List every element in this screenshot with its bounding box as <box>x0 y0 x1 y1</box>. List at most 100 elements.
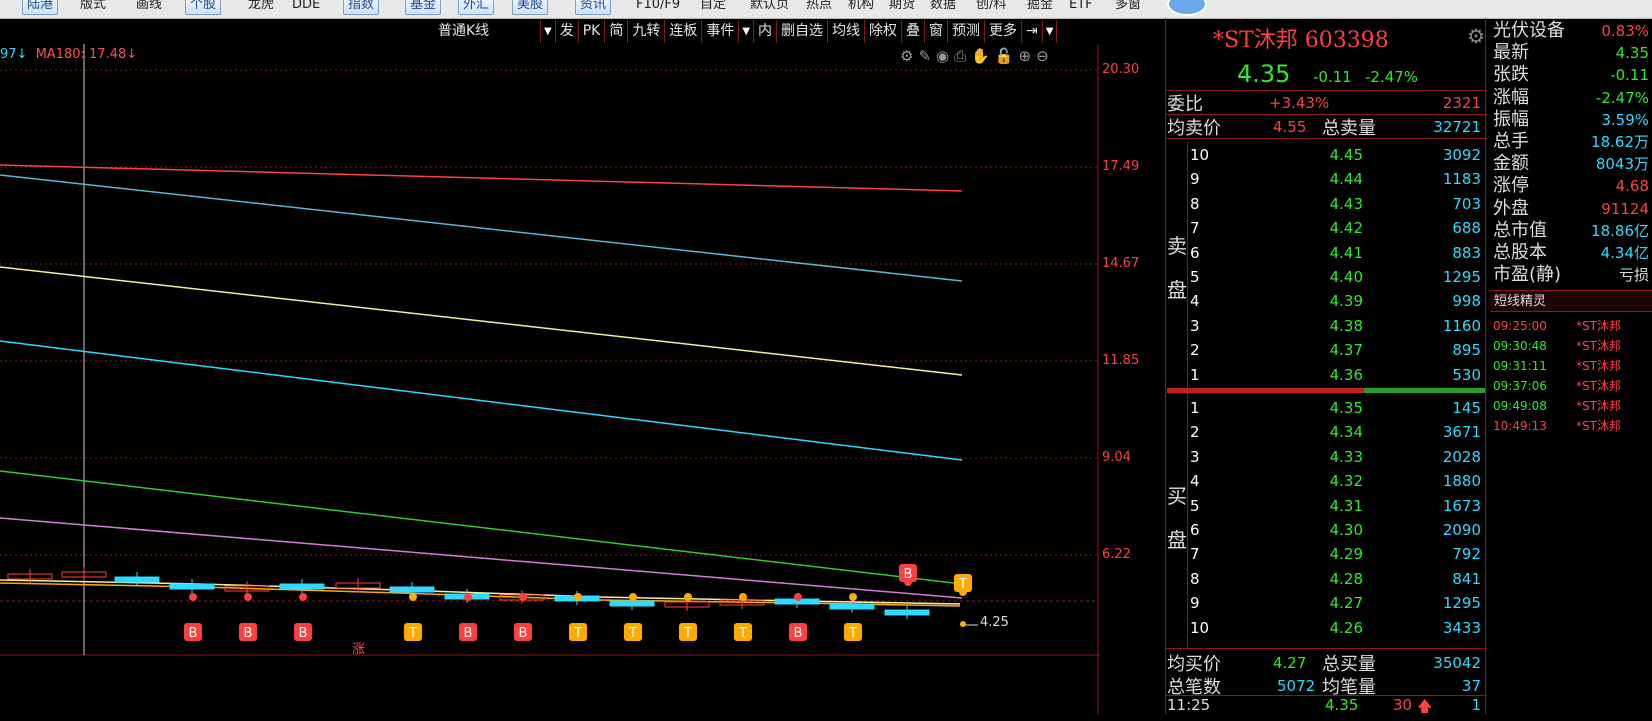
hand-icon[interactable]: ✋ <box>971 47 995 65</box>
buy-row[interactable]: 4 4.32 1880 <box>1165 469 1487 493</box>
buy-row[interactable]: 2 4.34 3671 <box>1165 420 1487 444</box>
sprite-alert-row[interactable]: 10:49:13 *ST沐邦 <box>1493 416 1649 436</box>
menu-item[interactable]: 版式 <box>80 0 106 14</box>
toolbar-item[interactable]: 事件 <box>702 20 740 43</box>
sell-row[interactable]: 10 4.45 3092 <box>1165 143 1487 167</box>
marker-dot <box>409 593 417 601</box>
toolbar-item[interactable]: 窗 <box>925 20 949 43</box>
sell-level: 5 <box>1190 268 1200 286</box>
sprite-alert-row[interactable]: 09:49:08 *ST沐邦 <box>1493 396 1649 416</box>
sell-row[interactable]: 1 4.36 530 <box>1165 363 1487 387</box>
toolbar-item[interactable]: 叠 <box>902 20 926 43</box>
candle <box>279 583 325 590</box>
menu-item[interactable]: ETF <box>1069 0 1093 14</box>
menu-item[interactable]: 默认页 <box>750 0 789 14</box>
buy-row[interactable]: 8 4.28 841 <box>1165 567 1487 591</box>
sprite-alert-row[interactable]: 09:37:06 *ST沐邦 <box>1493 376 1649 396</box>
menu-item[interactable]: 个股 <box>185 0 222 15</box>
sprite-title[interactable]: 短线精灵 <box>1490 290 1652 312</box>
gear-icon[interactable]: ⚙ <box>1467 24 1485 48</box>
buy-price: 4.35 <box>1329 399 1363 417</box>
marker-dot <box>574 593 582 601</box>
toolbar-item[interactable]: 连板 <box>665 20 703 43</box>
sell-row[interactable]: 9 4.44 1183 <box>1165 167 1487 191</box>
toolbar-item[interactable]: 发 <box>556 20 579 43</box>
buy-row[interactable]: 1 4.35 145 <box>1165 396 1487 420</box>
zoom-out-icon[interactable]: ⊖ <box>1036 47 1054 65</box>
menu-item[interactable]: 自定 <box>700 0 726 14</box>
toolbar-item[interactable]: 除权 <box>865 20 903 43</box>
toolbar-item[interactable]: 简 <box>605 20 629 43</box>
pen-icon[interactable]: ✎ <box>918 47 936 65</box>
lock-icon[interactable]: 🔓 <box>995 47 1019 65</box>
sell-row[interactable]: 6 4.41 883 <box>1165 241 1487 265</box>
alert-time: 10:49:13 <box>1493 419 1547 433</box>
toolbar-item[interactable]: 均线 <box>828 20 866 43</box>
weibi-diff: 2321 <box>1442 94 1481 112</box>
info-row: 最新 4.35 <box>1493 42 1649 64</box>
expand-icon[interactable]: ⇥ <box>1022 20 1043 43</box>
toolbar-item[interactable]: 普通K线 <box>434 20 541 43</box>
buy-volume: 3671 <box>1442 423 1481 442</box>
menu-item[interactable]: DDE <box>292 0 320 14</box>
toolbar-item[interactable]: 九转 <box>628 20 666 43</box>
kline-chart[interactable]: B B B T B B T T T T B T B T <box>0 44 1100 714</box>
info-row: 张跌 -0.11 <box>1493 64 1649 86</box>
sell-row[interactable]: 2 4.37 895 <box>1165 338 1487 362</box>
menu-item[interactable]: 资讯 <box>575 0 612 15</box>
marker-label: B <box>904 567 913 582</box>
menu-item[interactable]: 指数 <box>343 0 380 15</box>
menu-item[interactable]: 美股 <box>512 0 549 15</box>
sell-row[interactable]: 4 4.39 998 <box>1165 289 1487 313</box>
toolbar-item[interactable]: 内 <box>754 20 778 43</box>
sell-price: 4.38 <box>1329 316 1363 335</box>
print-icon[interactable]: ⎙ <box>954 47 971 65</box>
toolbar-item[interactable]: 预测 <box>948 20 986 43</box>
round-icon[interactable] <box>1167 0 1207 16</box>
settings-icon[interactable]: ⚙ <box>900 47 918 65</box>
toolbar-item[interactable]: 更多 <box>985 20 1023 43</box>
menu-item[interactable]: 陆港 <box>22 0 59 15</box>
buy-row[interactable]: 5 4.31 1673 <box>1165 494 1487 518</box>
sell-row[interactable]: 3 4.38 1160 <box>1165 314 1487 338</box>
info-label: 涨幅 <box>1493 86 1529 108</box>
sell-row[interactable]: 5 4.40 1295 <box>1165 265 1487 289</box>
buy-row[interactable]: 10 4.26 3433 <box>1165 616 1487 640</box>
buy-price: 4.34 <box>1329 423 1363 442</box>
menu-item[interactable]: 期货 <box>889 0 915 14</box>
menu-item[interactable]: 数据 <box>930 0 956 14</box>
candle <box>884 609 930 616</box>
menu-item[interactable]: 外汇 <box>458 0 495 15</box>
chevron-down-icon[interactable]: ▼ <box>739 20 755 43</box>
buy-row[interactable]: 9 4.27 1295 <box>1165 591 1487 615</box>
marker-dot <box>849 593 857 601</box>
sell-row[interactable]: 8 4.43 703 <box>1165 192 1487 216</box>
sprite-alert-row[interactable]: 09:31:11 *ST沐邦 <box>1493 356 1649 376</box>
buy-row[interactable]: 7 4.29 792 <box>1165 542 1487 566</box>
menu-item[interactable]: 多窗 <box>1115 0 1141 14</box>
sprite-alert-row[interactable]: 09:30:48 *ST沐邦 <box>1493 336 1649 356</box>
buy-row[interactable]: 3 4.33 2028 <box>1165 445 1487 469</box>
menu-item[interactable]: F10/F9 <box>636 0 680 14</box>
info-row: 总股本 4.34亿 <box>1493 242 1649 264</box>
sell-price: 4.43 <box>1329 194 1363 213</box>
menu-item[interactable]: 热点 <box>806 0 832 14</box>
sell-row[interactable]: 7 4.42 688 <box>1165 216 1487 240</box>
chevron-down-icon[interactable]: ▼ <box>1043 20 1058 43</box>
toolbar-item[interactable]: PK <box>579 20 606 43</box>
menu-item[interactable]: 基金 <box>405 0 442 15</box>
menu-item[interactable]: 创/科 <box>976 0 1006 14</box>
menu-item[interactable]: 掘金 <box>1027 0 1053 14</box>
eye-icon[interactable]: ◉ <box>936 47 954 65</box>
candle <box>389 586 435 593</box>
menu-item[interactable]: 龙虎 <box>248 0 274 14</box>
buy-row[interactable]: 6 4.30 2090 <box>1165 518 1487 542</box>
menu-item[interactable]: 画线 <box>136 0 162 14</box>
menu-item[interactable]: 机构 <box>848 0 874 14</box>
buy-price: 4.32 <box>1329 472 1363 491</box>
zoom-in-icon[interactable]: ⊕ <box>1019 47 1037 65</box>
chevron-down-icon[interactable]: ▼ <box>541 20 556 43</box>
buy-strength-bar <box>1364 388 1485 393</box>
toolbar-item[interactable]: 删自选 <box>777 20 829 43</box>
sprite-alert-row[interactable]: 09:25:00 *ST沐邦 <box>1493 316 1649 336</box>
